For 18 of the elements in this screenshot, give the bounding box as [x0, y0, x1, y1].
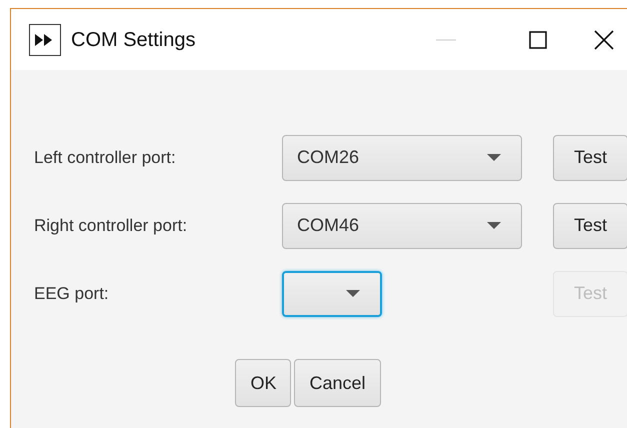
field-label: Right controller port: [34, 214, 188, 237]
field-label: EEG port: [34, 282, 110, 305]
field-label: Left controller port: [34, 146, 177, 169]
caret-icon [346, 290, 360, 298]
port-dropdown[interactable] [282, 270, 382, 316]
minimize-icon [436, 38, 456, 40]
port-dropdown[interactable]: COM26 [282, 134, 522, 180]
dialog-button[interactable]: Cancel [294, 359, 381, 407]
caret-icon [487, 222, 501, 230]
port-dropdown[interactable]: COM46 [282, 202, 522, 248]
app-icon [29, 24, 61, 56]
window-title: COM Settings [71, 28, 196, 52]
test-button[interactable]: Test [553, 202, 627, 248]
close-icon [594, 30, 614, 50]
caret-icon [487, 154, 501, 162]
test-button[interactable]: Test [553, 134, 627, 180]
maximize-icon [529, 30, 547, 48]
dialog-button[interactable]: OK [235, 359, 292, 407]
